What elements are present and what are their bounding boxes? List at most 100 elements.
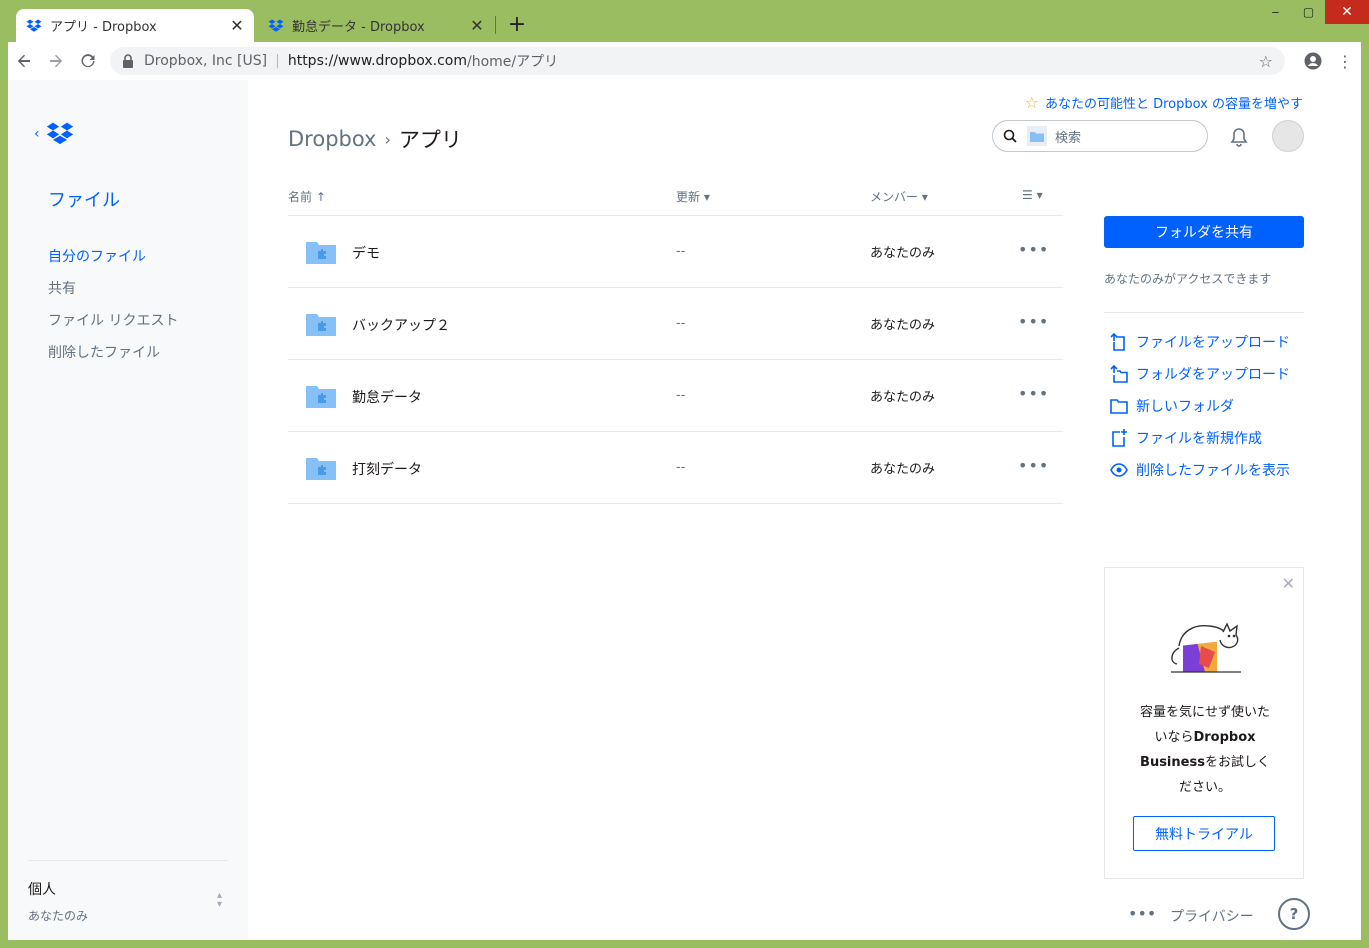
column-modified-header[interactable]: 更新 ▾ (676, 188, 710, 205)
maximize-icon[interactable]: ▢ (1292, 0, 1325, 24)
tab-kintai[interactable]: 勤怠データ - Dropbox ✕ (258, 9, 494, 42)
action-list: ファイルをアップロード フォルダをアップロード 新しいフォルダ ファイルを新規作… (1110, 326, 1290, 486)
sidebar-item-file-requests[interactable]: ファイル リクエスト (48, 310, 178, 342)
sidebar-files-heading[interactable]: ファイル (48, 186, 120, 212)
new-folder-icon (1110, 399, 1128, 414)
row-name[interactable]: バックアップ２ (352, 315, 450, 335)
url-path: /home/アプリ (466, 54, 559, 70)
table-row[interactable]: 打刻データ -- あなたのみ ••• (288, 432, 1063, 504)
profile-icon[interactable] (1297, 45, 1329, 77)
tab-close-icon[interactable]: ✕ (230, 16, 244, 35)
promo-close-icon[interactable]: ✕ (1282, 574, 1295, 593)
tab-separator (495, 16, 496, 34)
list-view-toggle[interactable]: ☰ ▾ (1022, 188, 1043, 202)
page: ‹ ファイル 自分のファイル 共有 ファイル リクエスト 削除したファイル 個人… (8, 80, 1361, 940)
upgrade-link[interactable]: ☆ あなたの可能性と Dropbox の容量を増やす (1025, 93, 1303, 112)
sidebar: ‹ ファイル 自分のファイル 共有 ファイル リクエスト 削除したファイル 個人… (8, 80, 248, 940)
tab-close-icon[interactable]: ✕ (470, 16, 484, 35)
account-switcher[interactable]: 個人 あなたのみ ▴ ▾ (28, 860, 228, 924)
window-close-icon[interactable]: ✕ (1325, 0, 1369, 24)
column-name-header[interactable]: 名前 ↑ (288, 188, 326, 205)
table-row[interactable]: バックアップ２ -- あなたのみ ••• (288, 288, 1063, 360)
browser-window: アプリ - Dropbox ✕ 勤怠データ - Dropbox ✕ + ‒ ▢ … (0, 0, 1369, 948)
row-name[interactable]: 勤怠データ (352, 387, 422, 407)
sidebar-item-my-files[interactable]: 自分のファイル (48, 246, 178, 278)
footer-more-icon[interactable]: ••• (1128, 904, 1156, 923)
column-members-header[interactable]: メンバー ▾ (870, 188, 928, 205)
privacy-link[interactable]: プライバシー (1170, 906, 1254, 926)
minimize-icon[interactable]: ‒ (1259, 0, 1292, 24)
tab-title: 勤怠データ - Dropbox (292, 20, 425, 35)
sort-up-icon: ↑ (315, 190, 326, 204)
tab-strip: アプリ - Dropbox ✕ 勤怠データ - Dropbox ✕ + ‒ ▢ … (0, 0, 1369, 42)
address-bar[interactable]: Dropbox, Inc [US] | https://www.dropbox.… (110, 47, 1285, 75)
table-row[interactable]: 勤怠データ -- あなたのみ ••• (288, 360, 1063, 432)
upload-folder-icon (1110, 365, 1128, 383)
collapse-chevron-icon[interactable]: ‹ (34, 126, 40, 142)
dropbox-favicon-icon (268, 19, 284, 32)
row-name[interactable]: 打刻データ (352, 459, 422, 479)
row-modified: -- (676, 316, 686, 331)
row-more-icon[interactable]: ••• (1018, 240, 1049, 259)
bookmark-star-icon[interactable]: ☆ (1259, 52, 1273, 71)
certificate-org: Dropbox, Inc [US] (144, 53, 268, 69)
avatar[interactable] (1272, 120, 1304, 152)
browser-menu-icon[interactable]: ⋮ (1329, 45, 1361, 77)
account-switch-arrows-icon: ▴ ▾ (216, 890, 222, 910)
upload-folder-action[interactable]: フォルダをアップロード (1110, 358, 1290, 390)
back-icon[interactable] (8, 45, 40, 77)
upload-file-icon (1110, 333, 1125, 351)
forward-icon[interactable] (40, 45, 72, 77)
new-file-icon (1112, 429, 1127, 447)
divider (1104, 312, 1304, 313)
new-folder-action[interactable]: 新しいフォルダ (1110, 390, 1290, 422)
upgrade-link-text: あなたの可能性と Dropbox の容量を増やす (1044, 97, 1303, 112)
row-members: あなたのみ (870, 318, 936, 333)
row-more-icon[interactable]: ••• (1018, 384, 1049, 403)
row-name[interactable]: デモ (352, 243, 380, 263)
browser-toolbar: Dropbox, Inc [US] | https://www.dropbox.… (8, 42, 1361, 80)
dropbox-logo[interactable]: ‹ (34, 120, 76, 148)
show-deleted-action[interactable]: 削除したファイルを表示 (1110, 454, 1290, 486)
row-more-icon[interactable]: ••• (1018, 312, 1049, 331)
access-note: あなたのみがアクセスできます (1104, 272, 1272, 286)
breadcrumb: Dropbox › アプリ (288, 124, 462, 154)
table-header: 名前 ↑ 更新 ▾ メンバー ▾ ☰ ▾ (288, 180, 1063, 216)
search-icon (1003, 129, 1017, 143)
new-file-action[interactable]: ファイルを新規作成 (1110, 422, 1290, 454)
row-modified: -- (676, 244, 686, 259)
url-host: https://www.dropbox.com (287, 53, 467, 69)
account-type: 個人 (28, 882, 56, 898)
promo-text: 容量を気にせず使いた いならDropbox Businessをお試しく ださい。 (1139, 705, 1270, 795)
search-input[interactable]: 検索 (992, 120, 1208, 152)
free-trial-button[interactable]: 無料トライアル (1133, 816, 1275, 851)
sidebar-item-deleted-files[interactable]: 削除したファイル (48, 342, 178, 374)
row-modified: -- (676, 388, 686, 403)
dropbox-logo-icon (46, 122, 73, 145)
sidebar-nav: 自分のファイル 共有 ファイル リクエスト 削除したファイル (48, 246, 178, 374)
breadcrumb-root[interactable]: Dropbox (288, 127, 376, 151)
address-separator: | (275, 53, 280, 69)
caret-down-icon: ▾ (1036, 188, 1043, 202)
shared-app-folder-icon (306, 314, 336, 336)
upload-files-action[interactable]: ファイルをアップロード (1110, 326, 1290, 358)
new-tab-button[interactable]: + (505, 12, 529, 37)
reload-icon[interactable] (72, 45, 104, 77)
business-promo-card: ✕ 容量を気にせず使いた いならDropbox Businessをお試しく ださ… (1104, 567, 1304, 879)
sidebar-item-shared[interactable]: 共有 (48, 278, 178, 310)
tab-apps[interactable]: アプリ - Dropbox ✕ (16, 9, 254, 42)
search-placeholder: 検索 (1055, 130, 1082, 146)
notification-bell-icon[interactable] (1228, 126, 1250, 148)
table-row[interactable]: デモ -- あなたのみ ••• (288, 216, 1063, 288)
caret-down-icon: ▾ (921, 190, 928, 204)
account-name: あなたのみ (28, 909, 89, 923)
row-members: あなたのみ (870, 390, 936, 405)
shared-app-folder-icon (306, 386, 336, 408)
list-view-icon: ☰ (1022, 188, 1033, 202)
shared-app-folder-icon (306, 242, 336, 264)
help-button[interactable]: ? (1278, 898, 1310, 930)
lock-icon (123, 54, 133, 68)
folder-scope-icon (1027, 126, 1047, 146)
row-more-icon[interactable]: ••• (1018, 456, 1049, 475)
share-folder-button[interactable]: フォルダを共有 (1104, 216, 1304, 248)
